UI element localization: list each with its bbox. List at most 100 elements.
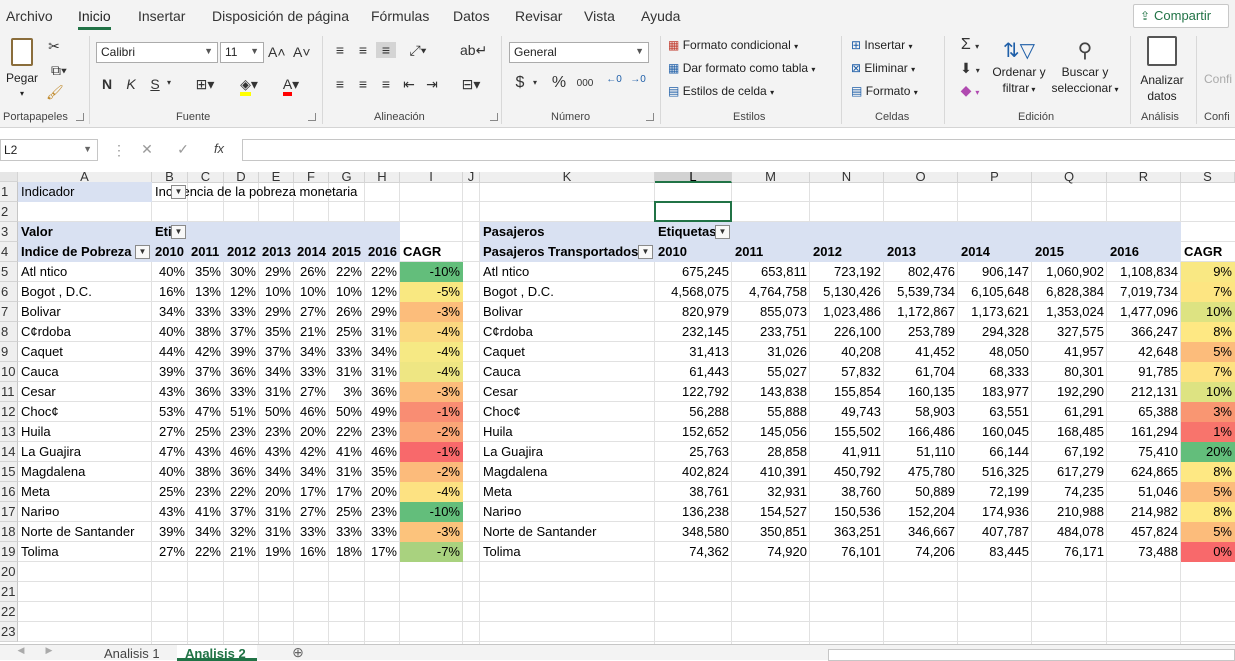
tab-revisar[interactable]: Revisar [515, 8, 562, 24]
horizontal-scrollbar[interactable] [828, 649, 1235, 661]
tab-datos[interactable]: Datos [453, 8, 490, 24]
row-header-21[interactable]: 21 [0, 582, 18, 602]
sort-filter-button[interactable]: ⇅▽ Ordenar y filtrar ▾ [990, 38, 1048, 98]
align-right-icon[interactable]: ≡ [378, 76, 394, 92]
tab-archivo[interactable]: Archivo [6, 8, 53, 24]
decrease-font-icon[interactable]: A˅ [293, 44, 311, 60]
increase-indent-icon[interactable]: ⇥ [424, 76, 440, 93]
fill-icon[interactable]: ⬇ ▾ [954, 60, 986, 77]
share-button[interactable]: ⇪ Compartir [1133, 4, 1229, 28]
tab-ayuda[interactable]: Ayuda [641, 8, 680, 24]
selected-cell[interactable] [654, 201, 732, 222]
insert-cells-button[interactable]: ⊞ Insertar ▾ [851, 38, 912, 52]
tab-disposicion[interactable]: Disposición de página [212, 8, 349, 24]
scroll-right-icon[interactable]: ▶ [44, 645, 54, 656]
align-top-icon[interactable]: ≡ [332, 42, 348, 58]
tab-insertar[interactable]: Insertar [138, 8, 185, 24]
column-header-n[interactable]: N [810, 172, 884, 183]
clear-icon[interactable]: ◆ ▾ [954, 82, 986, 99]
alignment-launcher-icon[interactable] [490, 113, 498, 121]
row-header-15[interactable]: 15 [0, 462, 18, 482]
row-header-6[interactable]: 6 [0, 282, 18, 302]
merge-center-icon[interactable]: ⊟▾ [458, 76, 484, 93]
format-as-table-button[interactable]: ▦ Dar formato como tabla ▾ [668, 61, 815, 75]
column-header-l[interactable]: L [655, 172, 732, 183]
formula-input[interactable] [242, 139, 1235, 161]
confidential-button-partial[interactable]: Confi [1204, 72, 1232, 86]
bold-button[interactable]: N [100, 76, 114, 92]
row-header-9[interactable]: 9 [0, 342, 18, 362]
tab-vista[interactable]: Vista [584, 8, 615, 24]
row-header-2[interactable]: 2 [0, 202, 18, 222]
font-color-icon[interactable]: A▾ [278, 76, 304, 96]
increase-decimal-icon[interactable]: ←0 [604, 74, 624, 85]
column-header-r[interactable]: R [1107, 172, 1181, 183]
cut-icon[interactable]: ✂ [46, 38, 62, 55]
column-header-q[interactable]: Q [1032, 172, 1107, 183]
delete-cells-button[interactable]: ⊠ Eliminar ▾ [851, 61, 915, 75]
row-header-19[interactable]: 19 [0, 542, 18, 562]
row-header-13[interactable]: 13 [0, 422, 18, 442]
scroll-left-icon[interactable]: ◀ [16, 645, 26, 656]
column-header-m[interactable]: M [732, 172, 810, 183]
name-box[interactable]: L2 ▼ [0, 139, 98, 161]
currency-button[interactable]: $ [513, 74, 527, 92]
sheet-tab-analisis-1[interactable]: Analisis 1 [96, 645, 174, 661]
row-header-18[interactable]: 18 [0, 522, 18, 542]
filter-dropdown-icon[interactable]: ▼ [171, 225, 186, 239]
number-format-select[interactable]: General ▼ [509, 42, 649, 63]
row-header-22[interactable]: 22 [0, 602, 18, 622]
paste-button[interactable]: Pegar ▾ [4, 38, 40, 102]
cell-styles-button[interactable]: ▤ Estilos de celda ▾ [668, 84, 774, 98]
format-cells-button[interactable]: ▤ Formato ▾ [851, 84, 918, 98]
underline-button[interactable]: S [148, 76, 162, 92]
row-header-1[interactable]: 1 [0, 182, 18, 202]
align-middle-icon[interactable]: ≡ [355, 42, 371, 58]
font-launcher-icon[interactable] [308, 113, 316, 121]
worksheet-grid[interactable]: ABCDEFGHIJKLMNOPQRS 1 2 3 4 5 6 7 8 9 10 11 12 13 14 1… [0, 172, 1235, 644]
row-header-7[interactable]: 7 [0, 302, 18, 322]
column-header-o[interactable]: O [884, 172, 958, 183]
percent-button[interactable]: % [551, 74, 567, 92]
align-bottom-icon[interactable]: ≡ [376, 42, 396, 58]
column-header-p[interactable]: P [958, 172, 1032, 183]
row-header-10[interactable]: 10 [0, 362, 18, 382]
find-select-button[interactable]: ⚲ Buscar y seleccionar ▾ [1048, 38, 1122, 98]
row-header-4[interactable]: 4 [0, 242, 18, 262]
increase-font-icon[interactable]: A˄ [268, 44, 286, 60]
decrease-indent-icon[interactable]: ⇤ [401, 76, 417, 93]
row-header-17[interactable]: 17 [0, 502, 18, 522]
font-name-select[interactable]: Calibri ▼ [96, 42, 218, 63]
orientation-icon[interactable]: ⤢▾ [404, 42, 432, 59]
sheet-tab-analisis-2[interactable]: Analisis 2 [177, 645, 257, 661]
row-header-11[interactable]: 11 [0, 382, 18, 402]
number-launcher-icon[interactable] [646, 113, 654, 121]
borders-icon[interactable]: ⊞▾ [192, 76, 218, 93]
italic-button[interactable]: K [124, 76, 138, 92]
autosum-icon[interactable]: Σ ▾ [954, 36, 986, 54]
enter-icon[interactable]: ✓ [176, 141, 190, 158]
cancel-icon[interactable]: ✕ [140, 141, 154, 158]
row-header-20[interactable]: 20 [0, 562, 18, 582]
analyze-data-button[interactable]: Analizar datos [1137, 36, 1187, 104]
column-header-j[interactable]: J [463, 172, 480, 183]
row-header-23[interactable]: 23 [0, 622, 18, 642]
row-header-14[interactable]: 14 [0, 442, 18, 462]
chevron-down-icon[interactable]: ▾ [530, 78, 540, 87]
font-size-select[interactable]: 11 ▼ [220, 42, 264, 63]
wrap-text-icon[interactable]: ab↵ [460, 42, 487, 59]
clipboard-launcher-icon[interactable] [76, 113, 84, 121]
thousands-button[interactable]: 000 [574, 78, 596, 89]
row-header-5[interactable]: 5 [0, 262, 18, 282]
add-sheet-icon[interactable]: ⊕ [290, 644, 306, 661]
row-header-3[interactable]: 3 [0, 222, 18, 242]
chevron-down-icon[interactable]: ▾ [164, 78, 174, 87]
function-icon[interactable]: fx [211, 141, 227, 156]
row-header-16[interactable]: 16 [0, 482, 18, 502]
filter-dropdown-icon[interactable]: ▼ [171, 185, 186, 199]
column-header-k[interactable]: K [480, 172, 655, 183]
conditional-format-button[interactable]: ▦ Formato condicional ▾ [668, 38, 798, 52]
filter-dropdown-icon[interactable]: ▼ [715, 225, 730, 239]
row-header-8[interactable]: 8 [0, 322, 18, 342]
copy-icon[interactable]: ⧉▾ [46, 62, 72, 79]
